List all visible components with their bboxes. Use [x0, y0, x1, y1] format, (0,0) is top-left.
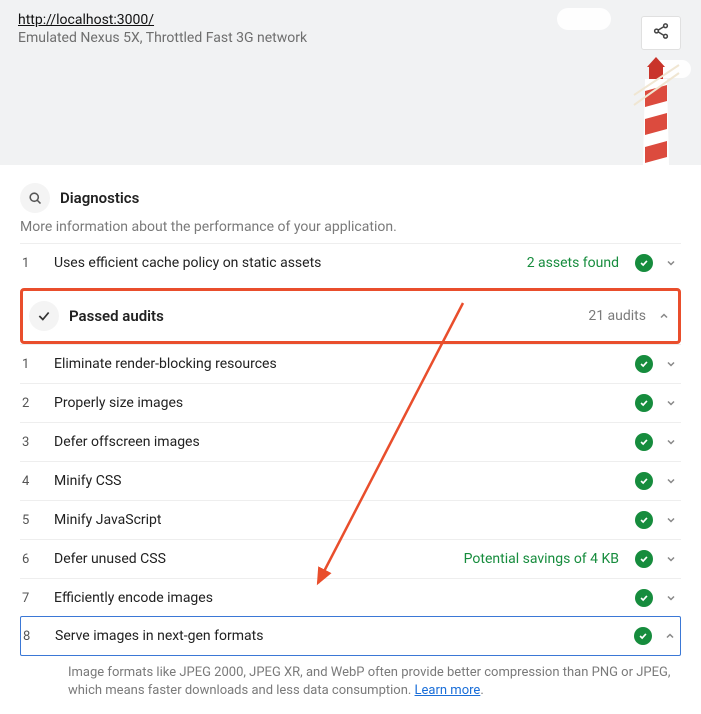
passed-audit-row[interactable]: 8 Serve images in next-gen formats: [20, 616, 681, 656]
check-icon: [29, 301, 59, 331]
pass-badge-icon: [635, 511, 653, 529]
diagnostics-row[interactable]: 1 Uses efficient cache policy on static a…: [20, 243, 681, 282]
share-button[interactable]: [641, 16, 681, 50]
passed-audits-header[interactable]: Passed audits 21 audits: [20, 288, 681, 344]
pass-badge-icon: [635, 355, 653, 373]
audit-expanded-description: Image formats like JPEG 2000, JPEG XR, a…: [20, 656, 681, 714]
row-number: 8: [23, 629, 45, 644]
passed-audit-row[interactable]: 7 Efficiently encode images: [20, 578, 681, 617]
row-number: 5: [22, 513, 44, 528]
search-icon: [20, 183, 50, 213]
audit-label: Minify JavaScript: [54, 512, 625, 528]
audit-meta: 2 assets found: [527, 255, 619, 271]
audit-label: Eliminate render-blocking resources: [54, 356, 625, 372]
row-number: 1: [22, 256, 44, 271]
audit-label: Defer offscreen images: [54, 434, 625, 450]
chevron-up-icon: [656, 310, 672, 322]
pass-badge-icon: [634, 627, 652, 645]
pass-badge-icon: [635, 589, 653, 607]
share-icon: [652, 22, 670, 44]
report-header: http://localhost:3000/ Emulated Nexus 5X…: [0, 0, 701, 165]
pass-badge-icon: [635, 433, 653, 451]
passed-audit-row[interactable]: 5 Minify JavaScript: [20, 500, 681, 539]
audit-label: Minify CSS: [54, 473, 625, 489]
chevron-down-icon: [663, 514, 679, 526]
chevron-down-icon: [663, 257, 679, 269]
emulation-info: Emulated Nexus 5X, Throttled Fast 3G net…: [18, 30, 683, 46]
chevron-down-icon: [663, 553, 679, 565]
audit-label: Serve images in next-gen formats: [55, 628, 624, 644]
row-number: 1: [22, 357, 44, 372]
passed-audit-row[interactable]: 2 Properly size images: [20, 383, 681, 422]
row-number: 4: [22, 474, 44, 489]
passed-audits-count: 21 audits: [588, 308, 646, 324]
diagnostics-description: More information about the performance o…: [20, 219, 681, 235]
row-number: 7: [22, 591, 44, 606]
passed-audit-row[interactable]: 3 Defer offscreen images: [20, 422, 681, 461]
passed-audit-row[interactable]: 1 Eliminate render-blocking resources: [20, 344, 681, 383]
audit-description-text: Image formats like JPEG 2000, JPEG XR, a…: [68, 665, 670, 698]
chevron-down-icon: [663, 436, 679, 448]
chevron-up-icon: [662, 630, 678, 642]
diagnostics-section-header: Diagnostics: [20, 183, 681, 213]
pass-badge-icon: [635, 254, 653, 272]
pass-badge-icon: [635, 472, 653, 490]
pass-badge-icon: [635, 550, 653, 568]
audit-label: Properly size images: [54, 395, 625, 411]
pass-badge-icon: [635, 394, 653, 412]
passed-audit-row[interactable]: 4 Minify CSS: [20, 461, 681, 500]
passed-audits-title: Passed audits: [69, 307, 578, 325]
audit-label: Uses efficient cache policy on static as…: [54, 255, 517, 271]
tested-url-link[interactable]: http://localhost:3000/: [18, 12, 154, 28]
row-number: 3: [22, 435, 44, 450]
chevron-down-icon: [663, 397, 679, 409]
audit-meta: Potential savings of 4 KB: [464, 551, 619, 567]
row-number: 6: [22, 552, 44, 567]
row-number: 2: [22, 396, 44, 411]
diagnostics-title: Diagnostics: [60, 189, 139, 207]
audit-label: Defer unused CSS: [54, 551, 454, 567]
learn-more-link[interactable]: Learn more: [415, 683, 481, 698]
chevron-down-icon: [663, 475, 679, 487]
passed-audit-row[interactable]: 6 Defer unused CSS Potential savings of 4 …: [20, 539, 681, 578]
chevron-down-icon: [663, 592, 679, 604]
audit-label: Efficiently encode images: [54, 590, 625, 606]
lighthouse-illustration: [629, 55, 683, 165]
chevron-down-icon: [663, 358, 679, 370]
